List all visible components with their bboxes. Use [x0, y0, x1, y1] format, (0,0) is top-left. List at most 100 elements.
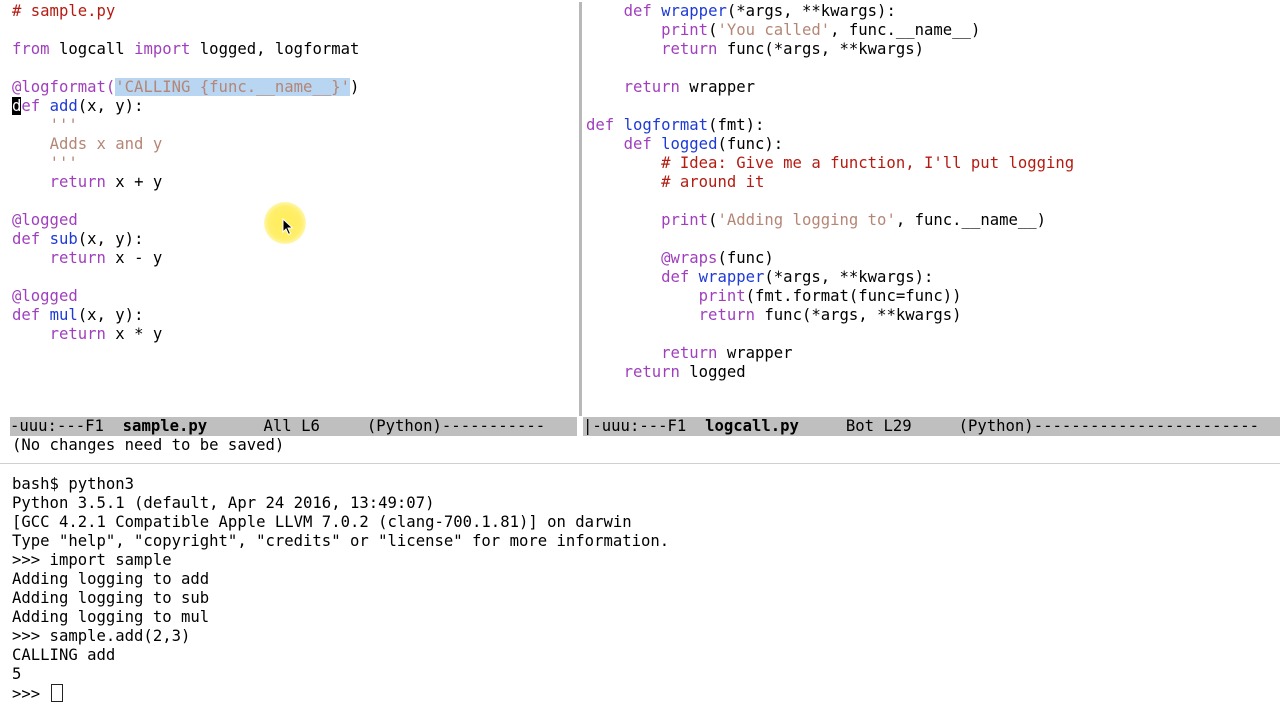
code-line[interactable] — [12, 59, 359, 78]
code-line[interactable] — [12, 21, 359, 40]
code-line[interactable] — [586, 97, 1074, 116]
code-line[interactable]: return x * y — [12, 325, 359, 344]
terminal-line: Adding logging to add — [12, 570, 210, 588]
code-line[interactable]: return func(*args, **kwargs) — [586, 306, 1074, 325]
code-line[interactable]: def logformat(fmt): — [586, 116, 1074, 135]
code-line[interactable]: def sub(x, y): — [12, 230, 359, 249]
text-cursor: d — [12, 97, 22, 115]
code-token: return — [623, 363, 680, 381]
code-token: print — [698, 287, 746, 305]
code-token: logformat — [623, 116, 709, 134]
terminal-line: Adding logging to mul — [12, 608, 210, 626]
code-area-logcall-py[interactable]: def wrapper(*args, **kwargs): print('You… — [586, 2, 1074, 382]
code-line[interactable]: Adds x and y — [12, 135, 359, 154]
modeline-sample-py: -uuu:---F1 sample.py All L6 (Python)----… — [10, 417, 577, 436]
code-token: return — [661, 40, 718, 58]
code-line[interactable] — [586, 230, 1074, 249]
code-line[interactable]: # sample.py — [12, 2, 359, 21]
code-token: @wraps — [661, 249, 718, 267]
code-line[interactable]: return x + y — [12, 173, 359, 192]
code-token: (x, y): — [77, 230, 144, 248]
code-line[interactable]: return x - y — [12, 249, 359, 268]
code-token: ''' — [49, 116, 78, 134]
code-line[interactable]: def add(x, y): — [12, 97, 359, 116]
code-token: ''' — [49, 154, 78, 172]
code-line[interactable] — [586, 59, 1074, 78]
code-line[interactable]: from logcall import logged, logformat — [12, 40, 359, 59]
code-line[interactable]: # around it — [586, 173, 1074, 192]
code-token: , func.__name__) — [895, 211, 1047, 229]
code-line[interactable]: def logged(func): — [586, 135, 1074, 154]
echo-area: (No changes need to be saved) — [12, 436, 285, 454]
code-line[interactable]: ''' — [12, 154, 359, 173]
mouse-pointer-icon — [282, 218, 294, 236]
code-token: (func): — [717, 135, 784, 153]
modeline-position: Bot L29 — [845, 417, 912, 435]
code-line[interactable]: return wrapper — [586, 344, 1074, 363]
code-token: # sample.py — [12, 2, 116, 20]
code-line[interactable]: return wrapper — [586, 78, 1074, 97]
scrollbar-track[interactable] — [579, 2, 582, 416]
code-token: mul — [49, 306, 78, 324]
code-token: 'Adding logging to' — [717, 211, 896, 229]
terminal-prompt-line[interactable]: >>> — [12, 684, 669, 703]
terminal-cursor[interactable] — [50, 684, 63, 702]
editor-pane-logcall-py[interactable]: def wrapper(*args, **kwargs): print('You… — [586, 0, 1280, 416]
code-line[interactable]: return func(*args, **kwargs) — [586, 40, 1074, 59]
code-line[interactable]: print(fmt.format(func=func)) — [586, 287, 1074, 306]
code-line[interactable] — [12, 192, 359, 211]
modeline-mode: (Python) — [958, 417, 1034, 435]
code-line[interactable]: @logformat('CALLING {func.__name__}') — [12, 78, 359, 97]
code-line[interactable]: def wrapper(*args, **kwargs): — [586, 2, 1074, 21]
code-line[interactable]: print('You called', func.__name__) — [586, 21, 1074, 40]
code-token: logged, logformat — [190, 40, 360, 58]
code-line[interactable]: @logged — [12, 211, 359, 230]
code-line[interactable]: return logged — [586, 363, 1074, 382]
code-line[interactable] — [586, 325, 1074, 344]
code-line[interactable]: # Idea: Give me a function, I'll put log… — [586, 154, 1074, 173]
terminal-output[interactable]: bash$ python3 Python 3.5.1 (default, Apr … — [12, 475, 669, 703]
code-line[interactable]: ''' — [12, 116, 359, 135]
code-line[interactable] — [586, 192, 1074, 211]
code-token: from — [12, 40, 50, 58]
code-token: (fmt.format(func=func)) — [745, 287, 962, 305]
code-token: @logformat( — [12, 78, 116, 96]
code-token: sub — [49, 230, 78, 248]
window-divider[interactable] — [577, 0, 586, 416]
code-token: return — [698, 306, 756, 324]
code-line[interactable]: @wraps(func) — [586, 249, 1074, 268]
code-token: wrapper — [717, 344, 793, 362]
modeline-mode: (Python) — [366, 417, 442, 435]
code-line[interactable] — [12, 268, 359, 287]
terminal-line: Adding logging to sub — [12, 589, 210, 607]
code-area-sample-py[interactable]: # sample.py from logcall import logged, … — [12, 2, 359, 344]
code-line[interactable]: print('Adding logging to', func.__name__… — [586, 211, 1074, 230]
code-token: ) — [350, 78, 360, 96]
code-line[interactable]: def wrapper(*args, **kwargs): — [586, 268, 1074, 287]
code-token: (*args, **kwargs): — [726, 2, 896, 20]
code-token: func(*args, **kwargs) — [717, 40, 924, 58]
code-token: 'You called' — [717, 21, 831, 39]
code-line[interactable]: def mul(x, y): — [12, 306, 359, 325]
code-token: ef — [21, 97, 41, 115]
code-token: logged — [661, 135, 718, 153]
code-line[interactable]: @logged — [12, 287, 359, 306]
